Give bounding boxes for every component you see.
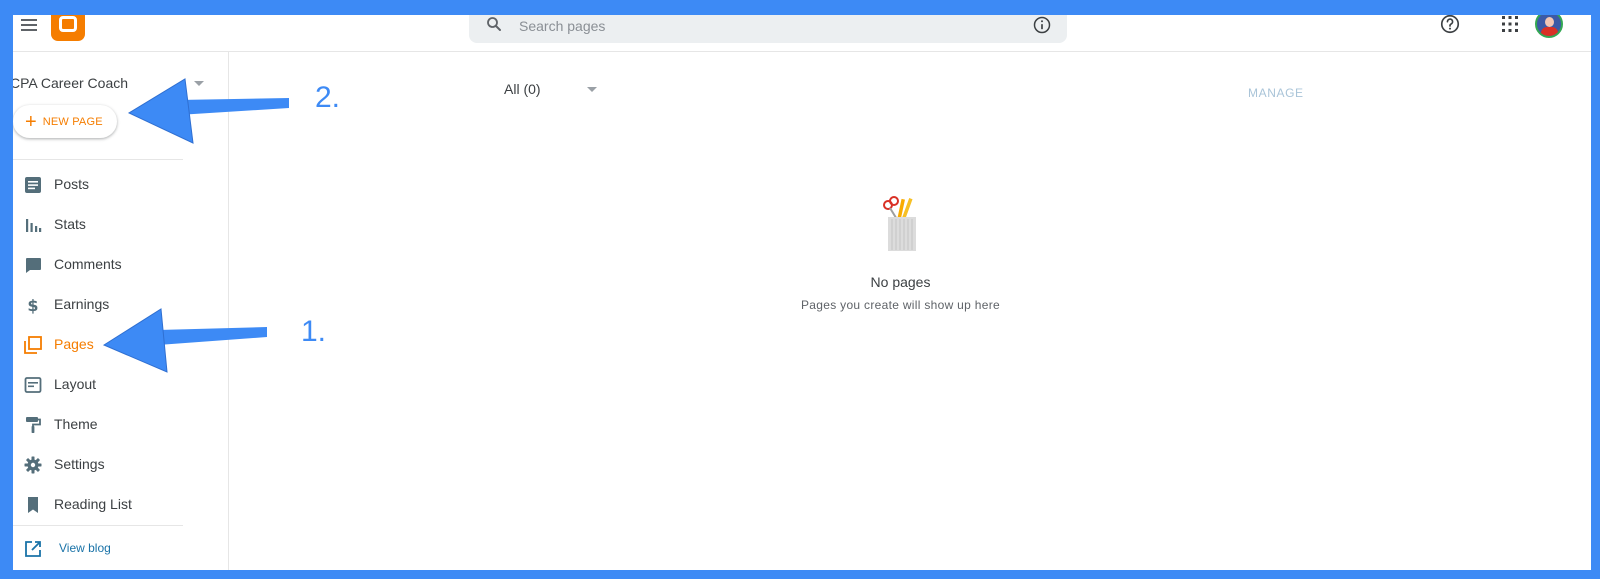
annotation-arrow-pages xyxy=(102,308,267,373)
annotation-arrows xyxy=(102,78,289,373)
blogger-window: CPA Career Coach + NEW PAGE Posts Stats … xyxy=(13,15,1591,570)
annotation-arrow-new-page xyxy=(127,78,289,144)
annotation-step-1: 1. xyxy=(301,315,327,348)
annotation-step-2: 2. xyxy=(315,81,341,114)
